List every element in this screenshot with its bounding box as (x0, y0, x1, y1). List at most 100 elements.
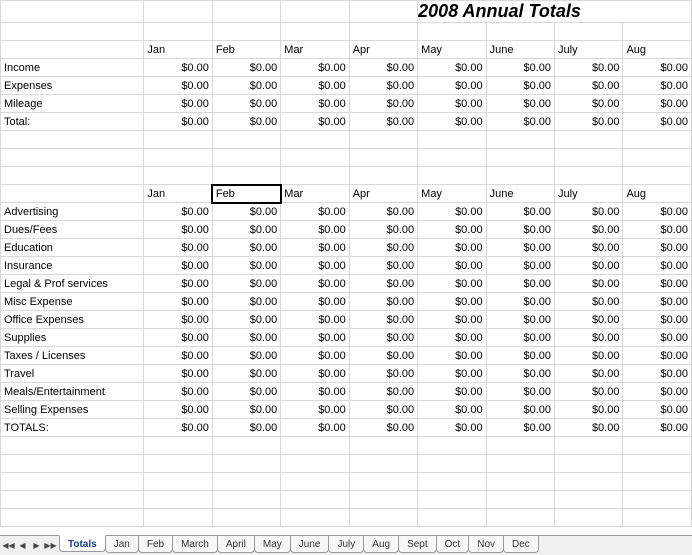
cell-value[interactable]: $0.00 (486, 239, 554, 257)
cell-empty[interactable] (281, 509, 349, 527)
row-label[interactable]: Misc Expense (1, 293, 144, 311)
column-header-feb[interactable]: Feb (212, 41, 280, 59)
cell-value[interactable]: $0.00 (486, 419, 554, 437)
cell-empty[interactable] (486, 455, 554, 473)
cell-value[interactable]: $0.00 (623, 293, 692, 311)
cell-empty[interactable] (349, 131, 417, 149)
cell-value[interactable]: $0.00 (486, 293, 554, 311)
cell-value[interactable]: $0.00 (418, 275, 486, 293)
cell-empty[interactable] (281, 437, 349, 455)
cell-empty[interactable] (1, 185, 144, 203)
cell-empty[interactable] (555, 473, 623, 491)
cell-empty[interactable] (212, 131, 280, 149)
cell-empty[interactable] (212, 509, 280, 527)
cell-empty[interactable] (555, 131, 623, 149)
row-label[interactable]: Selling Expenses (1, 401, 144, 419)
sheet-tab-feb[interactable]: Feb (138, 536, 173, 553)
cell-empty[interactable] (418, 437, 486, 455)
cell-value[interactable]: $0.00 (486, 275, 554, 293)
cell-empty[interactable] (281, 23, 349, 41)
cell-value[interactable]: $0.00 (212, 401, 280, 419)
cell-empty[interactable] (212, 1, 280, 23)
cell-empty[interactable] (486, 131, 554, 149)
column-header-july[interactable]: July (555, 41, 623, 59)
cell-empty[interactable] (555, 491, 623, 509)
column-header-apr[interactable]: Apr (349, 41, 417, 59)
cell-value[interactable]: $0.00 (349, 401, 417, 419)
cell-value[interactable]: $0.00 (349, 113, 417, 131)
cell-empty[interactable] (281, 167, 349, 185)
cell-empty[interactable] (418, 23, 486, 41)
column-header-may[interactable]: May (418, 185, 486, 203)
cell-empty[interactable] (623, 149, 692, 167)
cell-empty[interactable] (349, 1, 417, 23)
column-header-july[interactable]: July (555, 185, 623, 203)
cell-value[interactable]: $0.00 (144, 239, 212, 257)
cell-value[interactable]: $0.00 (212, 239, 280, 257)
cell-empty[interactable] (144, 167, 212, 185)
cell-empty[interactable] (623, 437, 692, 455)
cell-value[interactable]: $0.00 (281, 59, 349, 77)
cell-value[interactable]: $0.00 (144, 275, 212, 293)
cell-value[interactable]: $0.00 (555, 221, 623, 239)
cell-empty[interactable] (623, 509, 692, 527)
cell-value[interactable]: $0.00 (623, 221, 692, 239)
cell-empty[interactable] (281, 149, 349, 167)
cell-value[interactable]: $0.00 (555, 239, 623, 257)
column-header-aug[interactable]: Aug (623, 185, 692, 203)
cell-value[interactable]: $0.00 (555, 203, 623, 221)
cell-value[interactable]: $0.00 (281, 275, 349, 293)
sheet-tab-dec[interactable]: Dec (503, 536, 539, 553)
cell-value[interactable]: $0.00 (212, 419, 280, 437)
cell-empty[interactable] (212, 23, 280, 41)
sheet-tab-jan[interactable]: Jan (105, 536, 139, 553)
sheet-tab-sept[interactable]: Sept (398, 536, 437, 553)
cell-value[interactable]: $0.00 (212, 113, 280, 131)
cell-value[interactable]: $0.00 (486, 383, 554, 401)
column-header-may[interactable]: May (418, 41, 486, 59)
cell-value[interactable]: $0.00 (623, 239, 692, 257)
cell-empty[interactable] (349, 167, 417, 185)
cell-value[interactable]: $0.00 (418, 365, 486, 383)
sheet-tab-april[interactable]: April (217, 536, 255, 553)
cell-value[interactable]: $0.00 (418, 419, 486, 437)
cell-empty[interactable] (555, 167, 623, 185)
cell-value[interactable]: $0.00 (144, 293, 212, 311)
cell-empty[interactable] (349, 455, 417, 473)
column-header-mar[interactable]: Mar (281, 185, 349, 203)
cell-value[interactable]: $0.00 (281, 257, 349, 275)
sheet-tab-aug[interactable]: Aug (363, 536, 399, 553)
cell-empty[interactable] (623, 131, 692, 149)
cell-empty[interactable] (281, 455, 349, 473)
cell-value[interactable]: $0.00 (623, 329, 692, 347)
cell-value[interactable]: $0.00 (281, 221, 349, 239)
cell-value[interactable]: $0.00 (212, 383, 280, 401)
cell-value[interactable]: $0.00 (349, 95, 417, 113)
cell-value[interactable]: $0.00 (349, 365, 417, 383)
cell-value[interactable]: $0.00 (349, 419, 417, 437)
cell-value[interactable]: $0.00 (555, 77, 623, 95)
cell-value[interactable]: $0.00 (623, 419, 692, 437)
cell-value[interactable]: $0.00 (349, 311, 417, 329)
cell-value[interactable]: $0.00 (144, 365, 212, 383)
cell-value[interactable]: $0.00 (418, 95, 486, 113)
cell-empty[interactable] (144, 509, 212, 527)
cell-value[interactable]: $0.00 (555, 383, 623, 401)
cell-value[interactable]: $0.00 (418, 293, 486, 311)
cell-empty[interactable] (555, 149, 623, 167)
cell-empty[interactable] (212, 491, 280, 509)
cell-empty[interactable] (144, 23, 212, 41)
cell-empty[interactable] (555, 509, 623, 527)
row-label[interactable]: Meals/Entertainment (1, 383, 144, 401)
cell-empty[interactable] (144, 473, 212, 491)
cell-value[interactable]: $0.00 (212, 77, 280, 95)
cell-value[interactable]: $0.00 (281, 419, 349, 437)
cell-value[interactable]: $0.00 (349, 257, 417, 275)
cell-value[interactable]: $0.00 (623, 365, 692, 383)
cell-empty[interactable] (418, 509, 486, 527)
cell-value[interactable]: $0.00 (212, 275, 280, 293)
cell-empty[interactable] (418, 455, 486, 473)
cell-value[interactable]: $0.00 (418, 59, 486, 77)
cell-value[interactable]: $0.00 (349, 59, 417, 77)
cell-value[interactable]: $0.00 (555, 257, 623, 275)
